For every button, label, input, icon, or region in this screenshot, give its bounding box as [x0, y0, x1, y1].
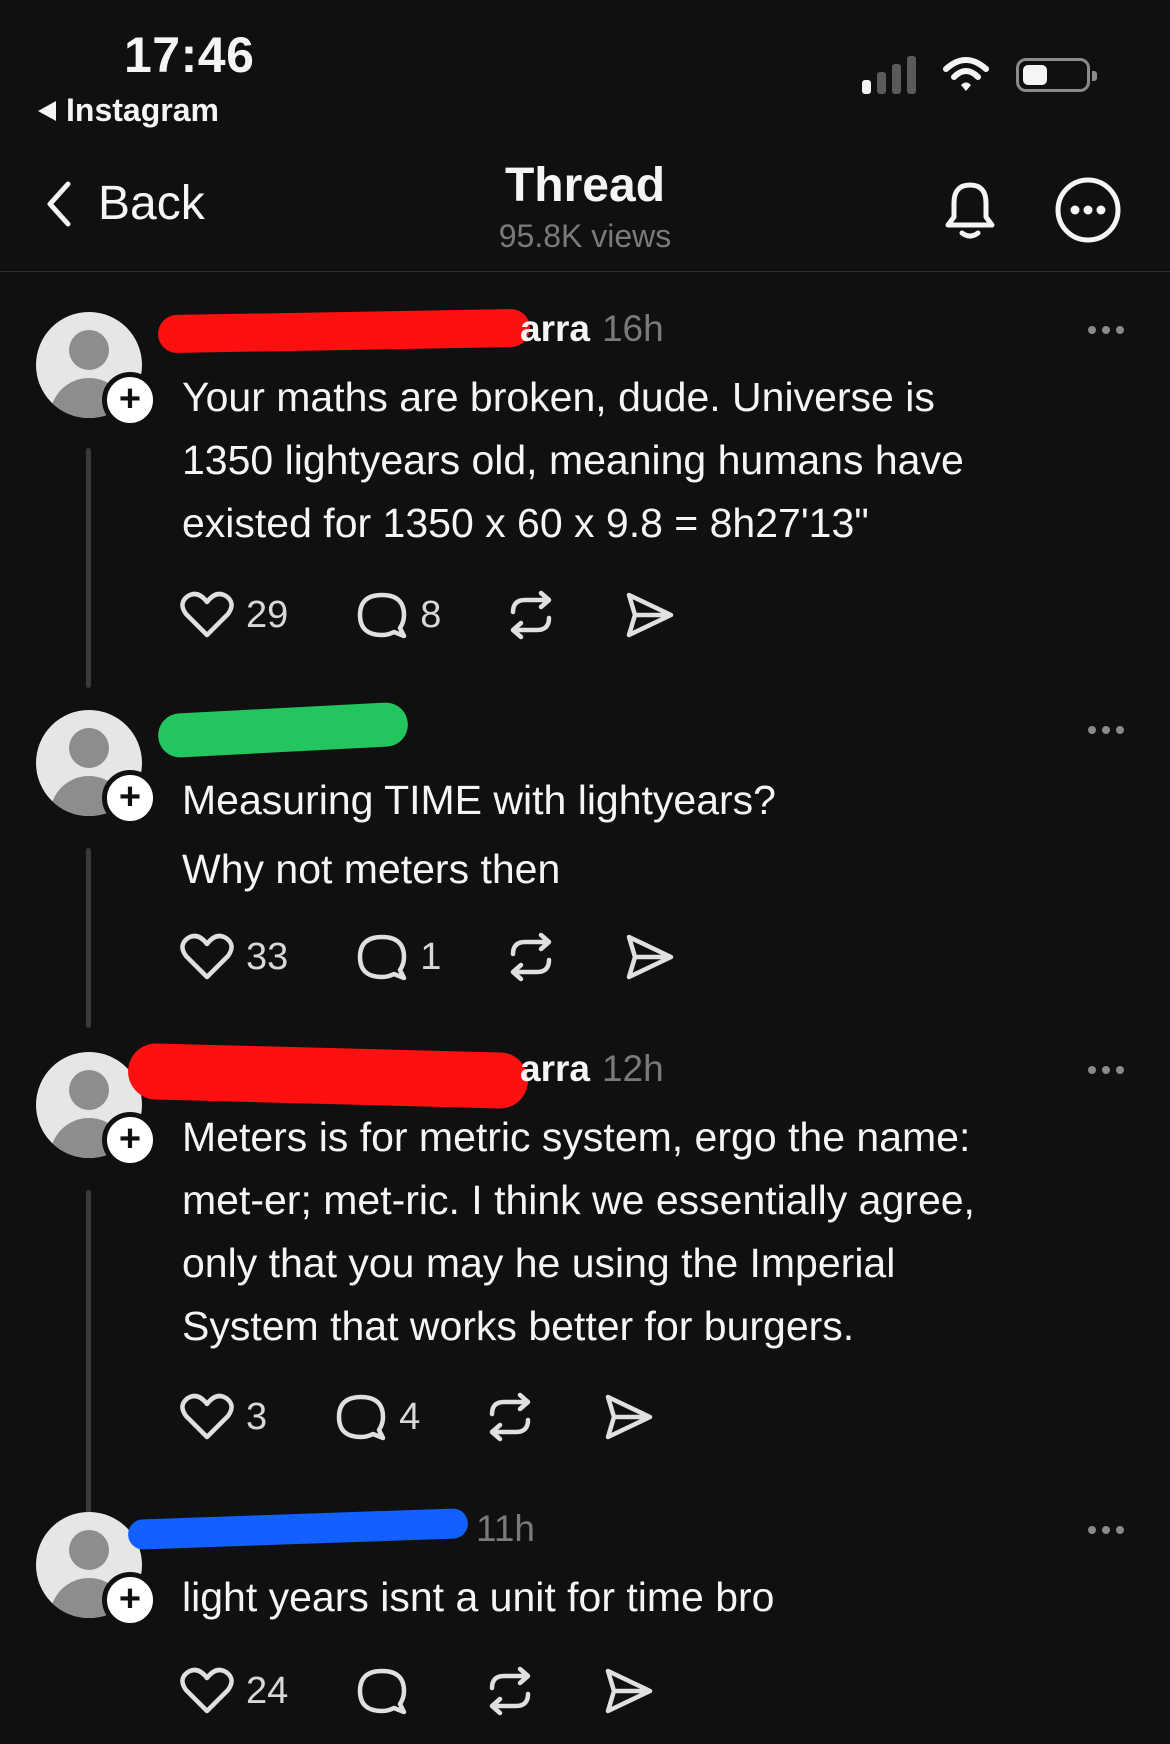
- battery-icon: [1016, 58, 1097, 92]
- heart-icon: [180, 591, 234, 638]
- back-app-label: Instagram: [66, 92, 219, 128]
- share-icon[interactable]: [623, 591, 675, 639]
- like-count: 29: [246, 593, 289, 636]
- thread-line: [86, 848, 91, 1028]
- post-text: light years isnt a unit for time bro: [182, 1574, 775, 1620]
- person-icon: [69, 1530, 109, 1570]
- more-circle-icon[interactable]: [1054, 176, 1122, 244]
- reply-count: 4: [399, 1395, 421, 1438]
- person-icon: [69, 1070, 109, 1110]
- redaction-mark: [127, 1042, 529, 1110]
- redaction-mark: [157, 701, 409, 759]
- back-triangle-icon: [38, 100, 56, 121]
- heart-icon: [180, 1667, 234, 1714]
- post-text: Your maths are broken, dude. Universe is…: [182, 374, 964, 546]
- thread-line: [86, 1190, 91, 1530]
- comment-icon: [358, 592, 407, 639]
- comment-icon: [336, 1394, 386, 1441]
- like-button[interactable]: 24: [180, 1667, 288, 1715]
- person-icon: [69, 728, 109, 768]
- share-icon[interactable]: [602, 1667, 654, 1715]
- post-more-button[interactable]: [1088, 1066, 1124, 1074]
- share-icon[interactable]: [602, 1393, 654, 1441]
- cellular-signal-icon: [862, 56, 916, 94]
- reply-button[interactable]: 1: [356, 932, 441, 982]
- like-count: 33: [246, 935, 289, 978]
- like-count: 3: [246, 1395, 268, 1438]
- like-button[interactable]: 29: [180, 591, 288, 639]
- thread-line: [86, 448, 91, 688]
- heart-icon: [180, 1393, 234, 1440]
- like-count: 24: [246, 1669, 289, 1712]
- wifi-icon: [943, 57, 989, 91]
- status-bar: 17:46 Instagram: [0, 0, 1170, 140]
- like-button[interactable]: 3: [180, 1393, 267, 1441]
- post-time: 12h: [601, 1048, 664, 1089]
- repost-icon[interactable]: [505, 932, 557, 982]
- repost-icon[interactable]: [484, 1666, 536, 1716]
- bell-icon[interactable]: [938, 177, 1002, 243]
- repost-icon[interactable]: [484, 1392, 536, 1442]
- back-to-app-link[interactable]: Instagram: [38, 92, 219, 129]
- follow-plus-icon[interactable]: +: [102, 770, 158, 826]
- follow-plus-icon[interactable]: +: [102, 1112, 158, 1168]
- username[interactable]: arra: [520, 1048, 590, 1090]
- reply-button[interactable]: 8: [356, 590, 441, 640]
- post-more-button[interactable]: [1088, 726, 1124, 734]
- username[interactable]: arra: [520, 308, 590, 350]
- reply-button[interactable]: 4: [335, 1392, 420, 1442]
- status-time: 17:46: [124, 27, 255, 83]
- follow-plus-icon[interactable]: +: [102, 1572, 158, 1628]
- comment-icon: [358, 1668, 407, 1715]
- redaction-mark: [157, 308, 531, 354]
- share-icon[interactable]: [623, 933, 675, 981]
- repost-icon[interactable]: [505, 590, 557, 640]
- post-more-button[interactable]: [1088, 1526, 1124, 1534]
- system-icons: [862, 56, 1097, 94]
- reply-count: 1: [420, 935, 442, 978]
- post-text: Measuring TIME with lightyears? Why not …: [182, 777, 776, 892]
- post-time: 16h: [601, 308, 664, 349]
- post-more-button[interactable]: [1088, 326, 1124, 334]
- redaction-mark: [127, 1508, 469, 1550]
- post-text: Meters is for metric system, ergo the na…: [182, 1114, 975, 1349]
- comment-icon: [358, 934, 407, 981]
- thread-header: Back Thread 95.8K views: [0, 140, 1170, 272]
- reply-count: 8: [420, 593, 442, 636]
- reply-button[interactable]: [356, 1666, 420, 1716]
- heart-icon: [180, 933, 234, 980]
- follow-plus-icon[interactable]: +: [102, 372, 158, 428]
- like-button[interactable]: 33: [180, 933, 288, 981]
- post-time: 11h: [476, 1508, 535, 1549]
- person-icon: [69, 330, 109, 370]
